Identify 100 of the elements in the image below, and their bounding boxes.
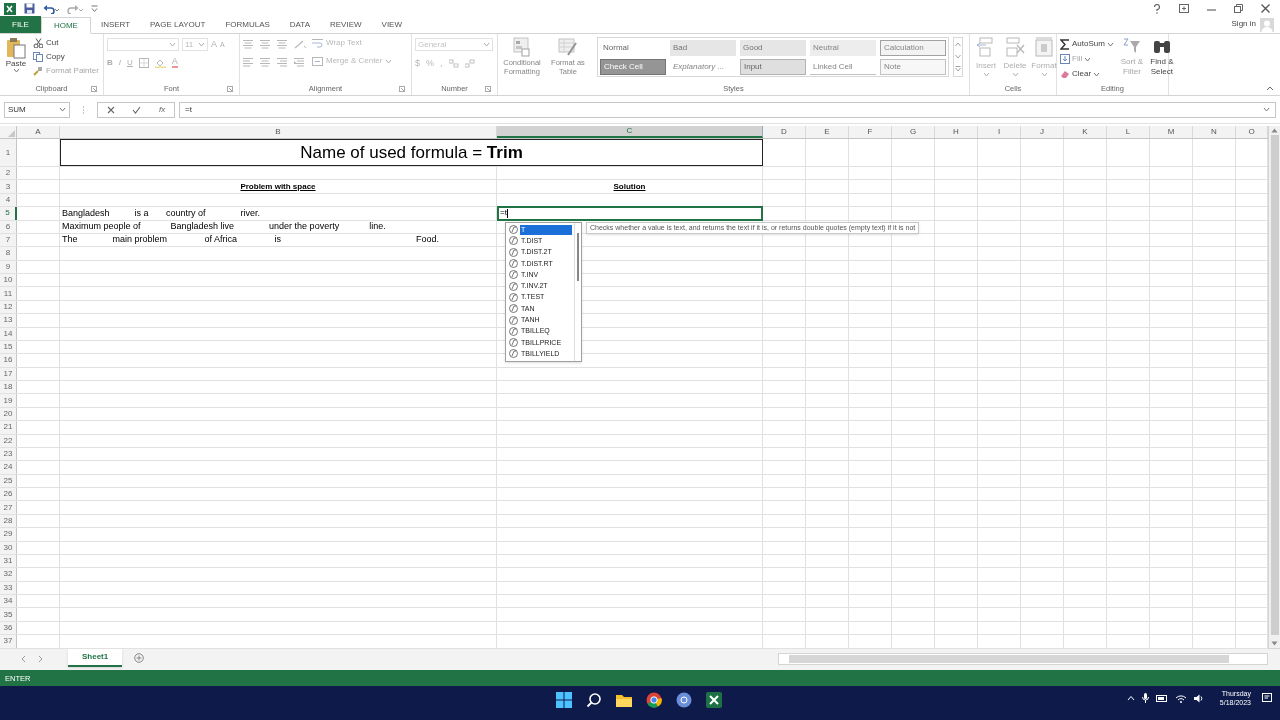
ribbon-tab[interactable]: REVIEW	[320, 16, 372, 33]
row-header[interactable]: 18	[0, 381, 17, 394]
battery-icon[interactable]	[1155, 694, 1168, 702]
row-header[interactable]: 24	[0, 461, 17, 474]
ribbon-tab[interactable]: VIEW	[371, 16, 412, 33]
spreadsheet-app-icon[interactable]	[706, 692, 722, 709]
row-header[interactable]: 1	[0, 139, 17, 166]
column-header[interactable]: J	[1021, 126, 1064, 138]
row-header[interactable]: 16	[0, 354, 17, 367]
microphone-icon[interactable]	[1141, 693, 1149, 704]
clipboard-command[interactable]: Copy	[33, 51, 99, 63]
notification-icon[interactable]	[1262, 693, 1272, 704]
scrollbar-thumb[interactable]	[577, 233, 579, 281]
add-sheet-icon[interactable]	[134, 653, 145, 664]
row-header[interactable]: 26	[0, 488, 17, 501]
sheet-tab[interactable]: Sheet1	[68, 649, 123, 668]
search-icon[interactable]	[586, 692, 602, 709]
row-header[interactable]: 3	[0, 180, 17, 193]
scroll-up-icon[interactable]	[1271, 128, 1278, 133]
table-brush-icon	[558, 37, 578, 57]
caret-icon	[1093, 71, 1101, 77]
sigma-icon	[1060, 38, 1070, 50]
row-header[interactable]: 5	[0, 207, 17, 220]
row-header[interactable]: 32	[0, 568, 17, 581]
dialog-launcher-icon[interactable]	[227, 86, 233, 92]
ribbon-tab[interactable]: INSERT	[90, 16, 141, 33]
previous-sheet-icon[interactable]	[20, 655, 26, 664]
save-icon[interactable]	[24, 3, 35, 14]
browser-icon[interactable]	[646, 692, 662, 709]
column-header[interactable]: K	[1064, 126, 1107, 138]
row-header[interactable]: 19	[0, 394, 17, 407]
dialog-launcher-icon[interactable]	[485, 86, 491, 92]
close-icon[interactable]	[1261, 4, 1270, 13]
editing-command[interactable]: Clear	[1060, 68, 1114, 80]
column-header[interactable]: I	[978, 126, 1021, 138]
dialog-launcher-icon[interactable]	[91, 86, 97, 92]
ribbon-tab[interactable]: FILE	[0, 16, 41, 33]
row-header[interactable]: 2	[0, 167, 17, 180]
collapse-ribbon-icon[interactable]	[1266, 86, 1274, 91]
column-header[interactable]: C	[497, 126, 763, 138]
row-header[interactable]: 27	[0, 501, 17, 514]
show-hidden-icon[interactable]	[1126, 695, 1135, 702]
row-header[interactable]: 29	[0, 528, 17, 541]
select-all-icon[interactable]	[8, 130, 15, 137]
customize-toolbar-icon[interactable]	[91, 4, 98, 13]
avatar-icon[interactable]	[1260, 18, 1274, 32]
function-icon	[509, 236, 518, 246]
paste-button[interactable]: Paste	[3, 37, 29, 73]
restore-icon[interactable]	[1234, 4, 1243, 13]
column-header[interactable]: E	[806, 126, 849, 138]
cancel-icon[interactable]	[106, 105, 115, 114]
sign-in-link[interactable]: Sign in	[1231, 18, 1256, 30]
app-icon[interactable]	[676, 692, 692, 709]
column-header[interactable]: H	[935, 126, 978, 138]
row-header[interactable]: 35	[0, 608, 17, 621]
row-header[interactable]: 34	[0, 595, 17, 608]
row-header[interactable]: 37	[0, 635, 17, 648]
name-box[interactable]: SUM	[4, 101, 70, 118]
speaker-icon[interactable]	[1193, 693, 1205, 703]
next-sheet-icon[interactable]	[38, 655, 44, 664]
caret-icon	[59, 107, 66, 112]
column-header[interactable]: A	[17, 126, 60, 138]
copy-icon	[33, 52, 43, 62]
dialog-launcher-icon[interactable]	[399, 86, 405, 92]
enter-icon[interactable]	[132, 105, 142, 114]
undo-icon[interactable]	[43, 3, 59, 14]
table-cell: The main problem of Africa is Food.	[60, 233, 497, 247]
insert-function-button[interactable]: fx	[158, 103, 166, 116]
windows-icon[interactable]	[556, 692, 572, 709]
editing-cell[interactable]: =t	[497, 206, 763, 221]
editing-button[interactable]: Find & Select	[1147, 37, 1176, 77]
sort-filter-icon	[1121, 37, 1142, 55]
row-header[interactable]: 13	[0, 314, 17, 327]
function-icon	[509, 315, 518, 325]
row-header[interactable]: 21	[0, 421, 17, 434]
horizontal-scrollbar[interactable]	[778, 653, 1268, 666]
column-header[interactable]: L	[1107, 126, 1150, 138]
help-icon[interactable]	[1153, 3, 1161, 14]
row-header[interactable]: 8	[0, 247, 17, 260]
column-header[interactable]: F	[849, 126, 892, 138]
column-header[interactable]: M	[1150, 126, 1193, 138]
clipboard-command[interactable]: Cut	[33, 37, 99, 49]
ribbon-tab[interactable]: PAGE LAYOUT	[140, 16, 216, 33]
title-cell: Name of used formula = Trim	[60, 139, 763, 166]
formula-field[interactable]: =t	[179, 101, 1276, 118]
editing-command[interactable]: AutoSum	[1060, 38, 1114, 50]
scrollbar-thumb[interactable]	[1270, 135, 1279, 635]
ribbon-tab[interactable]: FORMULAS	[215, 16, 280, 33]
function-icon	[509, 247, 518, 257]
folder-icon[interactable]	[616, 693, 632, 708]
row-header[interactable]: 11	[0, 287, 17, 300]
column-header[interactable]: D	[763, 126, 806, 138]
ribbon-display-icon[interactable]	[1179, 4, 1189, 13]
redo-icon[interactable]	[67, 3, 83, 14]
column-header[interactable]: G	[892, 126, 935, 138]
ribbon-tab[interactable]: DATA	[279, 16, 320, 33]
wifi-icon[interactable]	[1174, 693, 1187, 703]
row-header[interactable]: 10	[0, 274, 17, 287]
column-header[interactable]: N	[1193, 126, 1236, 138]
ribbon-tab[interactable]: HOME	[40, 17, 91, 34]
